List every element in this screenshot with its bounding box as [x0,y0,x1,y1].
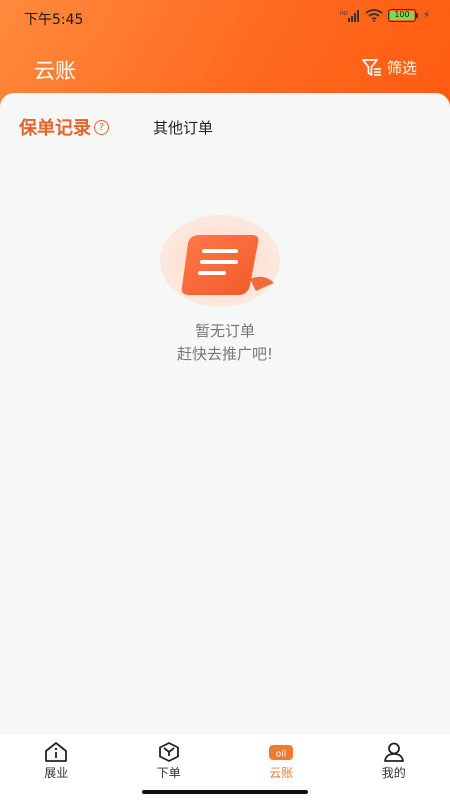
wifi-icon [365,9,383,22]
home-info-icon [45,742,68,762]
status-bar: 下午5:45 HD 100 ⚡ [0,0,450,34]
empty-state: 暂无订单 赶快去推广吧! [0,213,450,364]
tabbar-label: 我的 [381,766,406,780]
order-tabs: 保单记录 ? 其他订单 [19,114,213,140]
tab-other-orders[interactable]: 其他订单 [153,117,213,138]
battery-icon: 100 [387,9,418,22]
empty-title: 暂无订单 [194,322,255,340]
tab-policy-records[interactable]: 保单记录 ? [19,114,109,140]
tab-policy-records-label: 保单记录 [19,118,91,139]
empty-subtitle: 赶快去推广吧! [176,345,273,363]
status-icons: HD 100 ⚡ [340,9,430,22]
help-icon[interactable]: ? [94,119,109,135]
home-indicator [142,790,308,794]
charging-icon: ⚡ [422,10,430,21]
box-icon [158,742,179,762]
battery-level: 100 [389,11,414,20]
status-time: 下午5:45 [24,12,84,28]
page-title: 云账 [34,59,76,83]
empty-scroll-icon [160,213,290,313]
tabbar-item-business[interactable]: 展业 [0,734,113,800]
filter-label: 筛选 [386,59,417,77]
tabbar-label: 展业 [44,766,69,780]
svg-text:oil: oil [276,750,287,760]
user-icon [383,742,404,762]
tabbar-item-mine[interactable]: 我的 [338,734,450,800]
tabbar-label: 下单 [156,766,181,780]
filter-icon [362,58,381,76]
filter-button[interactable]: 筛选 [361,57,417,78]
tabbar-label: 云账 [269,766,294,780]
svg-text:HD: HD [340,11,348,17]
signal-icon: HD [340,9,359,22]
oil-card-icon: oil [269,745,294,760]
content-card: 保单记录 ? 其他订单 暂无订单 赶快去推广吧! [0,93,450,733]
